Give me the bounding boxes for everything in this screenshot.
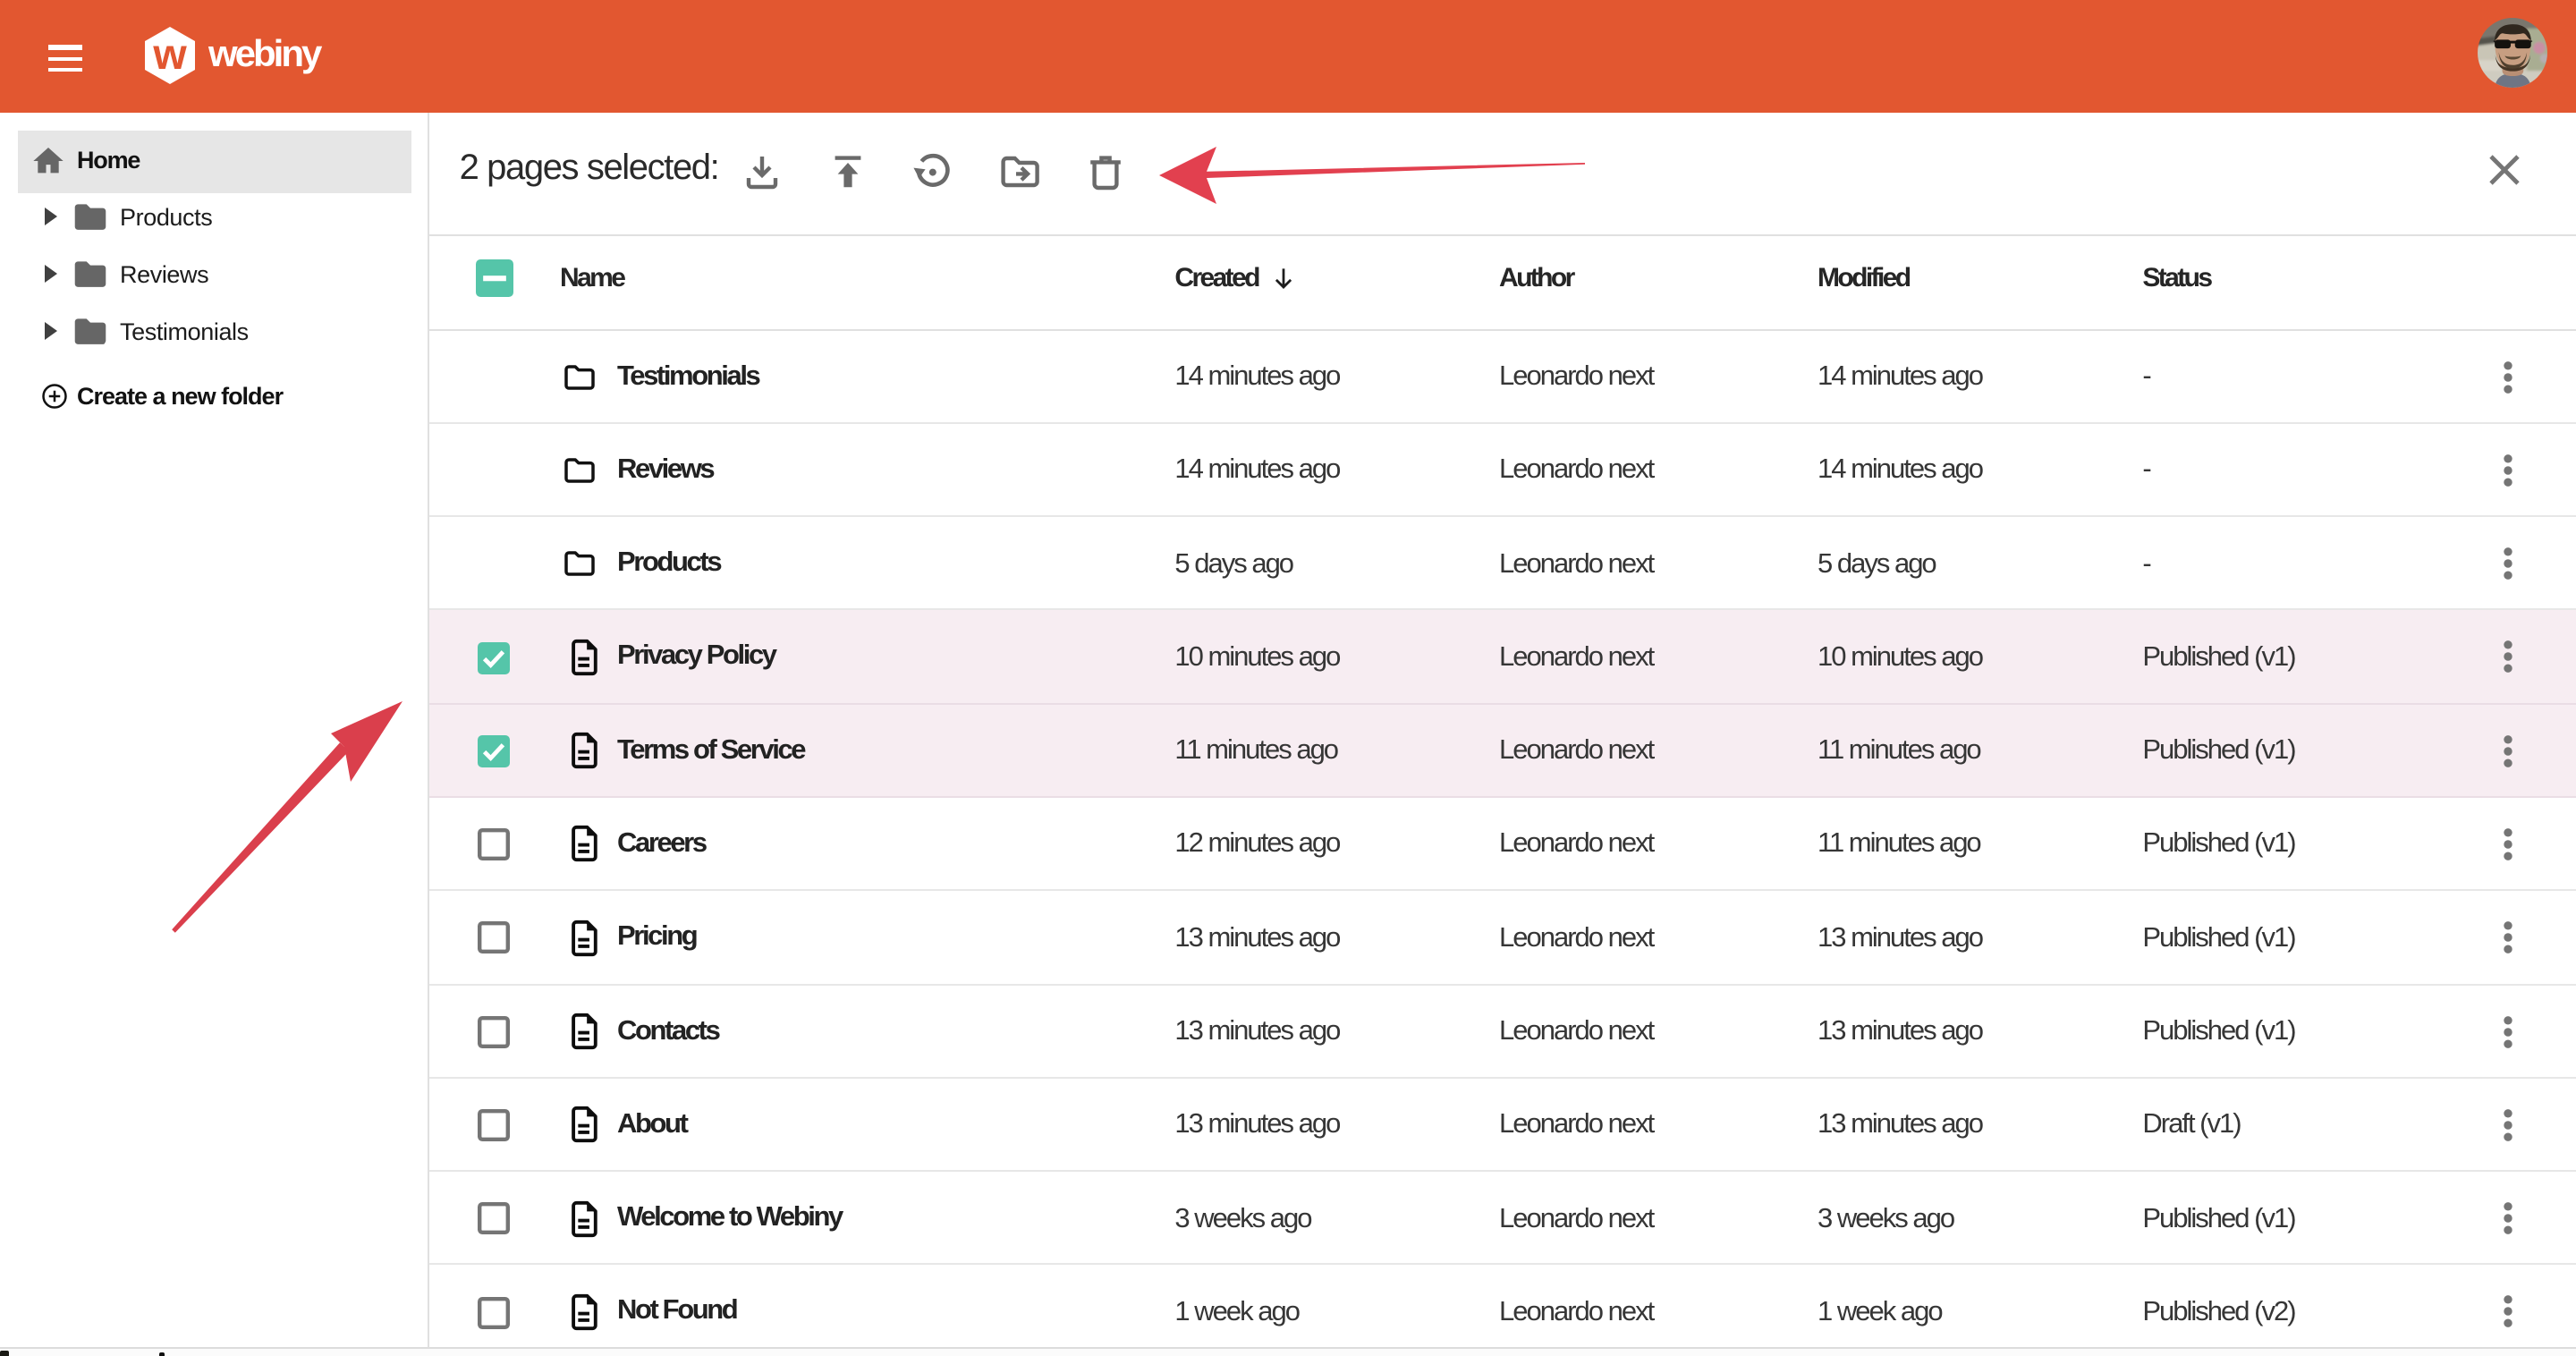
svg-text:w: w [151, 31, 186, 79]
